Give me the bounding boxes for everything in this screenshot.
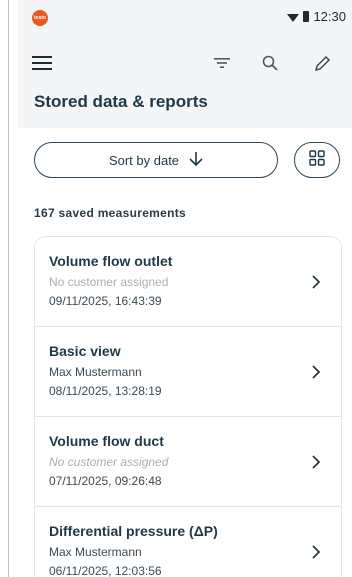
chevron-right-icon bbox=[312, 275, 321, 289]
grid-view-button[interactable] bbox=[294, 142, 340, 178]
item-customer: No customer assigned bbox=[49, 275, 169, 289]
item-date: 09/11/2025, 16:43:39 bbox=[49, 294, 162, 308]
item-title: Volume flow outlet bbox=[49, 253, 173, 269]
item-date: 06/11/2025, 12:03:56 bbox=[49, 564, 162, 577]
wifi-icon bbox=[287, 13, 300, 22]
chevron-right-icon bbox=[312, 455, 321, 469]
item-title: Basic view bbox=[49, 343, 121, 359]
search-icon[interactable] bbox=[256, 50, 284, 76]
window-left-border bbox=[8, 0, 9, 577]
list-item[interactable]: Differential pressure (ΔP) Max Musterman… bbox=[35, 507, 341, 577]
measurement-list: Volume flow outlet No customer assigned … bbox=[34, 236, 342, 577]
sort-button[interactable]: Sort by date bbox=[34, 142, 278, 178]
grid-view-icon bbox=[309, 149, 325, 171]
battery-icon bbox=[303, 11, 310, 22]
chevron-right-icon bbox=[312, 545, 321, 559]
status-indicators: 12:30 bbox=[287, 9, 346, 24]
top-app-bar: Stored data & reports bbox=[18, 36, 352, 128]
brand-logo: testo bbox=[32, 10, 48, 26]
item-customer: No customer assigned bbox=[49, 455, 169, 469]
list-item[interactable]: Volume flow outlet No customer assigned … bbox=[35, 237, 341, 327]
chevron-right-icon bbox=[312, 365, 321, 379]
page-title: Stored data & reports bbox=[34, 92, 208, 111]
item-title: Differential pressure (ΔP) bbox=[49, 523, 218, 539]
arrow-down-icon bbox=[189, 151, 203, 170]
measurement-count: 167 saved measurements bbox=[34, 206, 187, 220]
item-customer: Max Mustermann bbox=[49, 545, 142, 559]
edit-icon[interactable] bbox=[308, 50, 336, 76]
sort-button-label: Sort by date bbox=[108, 152, 180, 168]
menu-icon[interactable] bbox=[28, 50, 56, 76]
item-date: 08/11/2025, 13:28:19 bbox=[49, 384, 162, 398]
item-title: Volume flow duct bbox=[49, 433, 164, 449]
filter-icon[interactable] bbox=[208, 50, 236, 76]
item-date: 07/11/2025, 09:26:48 bbox=[49, 474, 162, 488]
item-customer: Max Mustermann bbox=[49, 365, 142, 379]
status-time: 12:30 bbox=[313, 9, 346, 24]
list-item[interactable]: Volume flow duct No customer assigned 07… bbox=[35, 417, 341, 507]
app-screen: testo 12:30 Stored data & reports Sort b… bbox=[18, 0, 352, 577]
status-bar: testo 12:30 bbox=[18, 0, 352, 36]
list-item[interactable]: Basic view Max Mustermann 08/11/2025, 13… bbox=[35, 327, 341, 417]
